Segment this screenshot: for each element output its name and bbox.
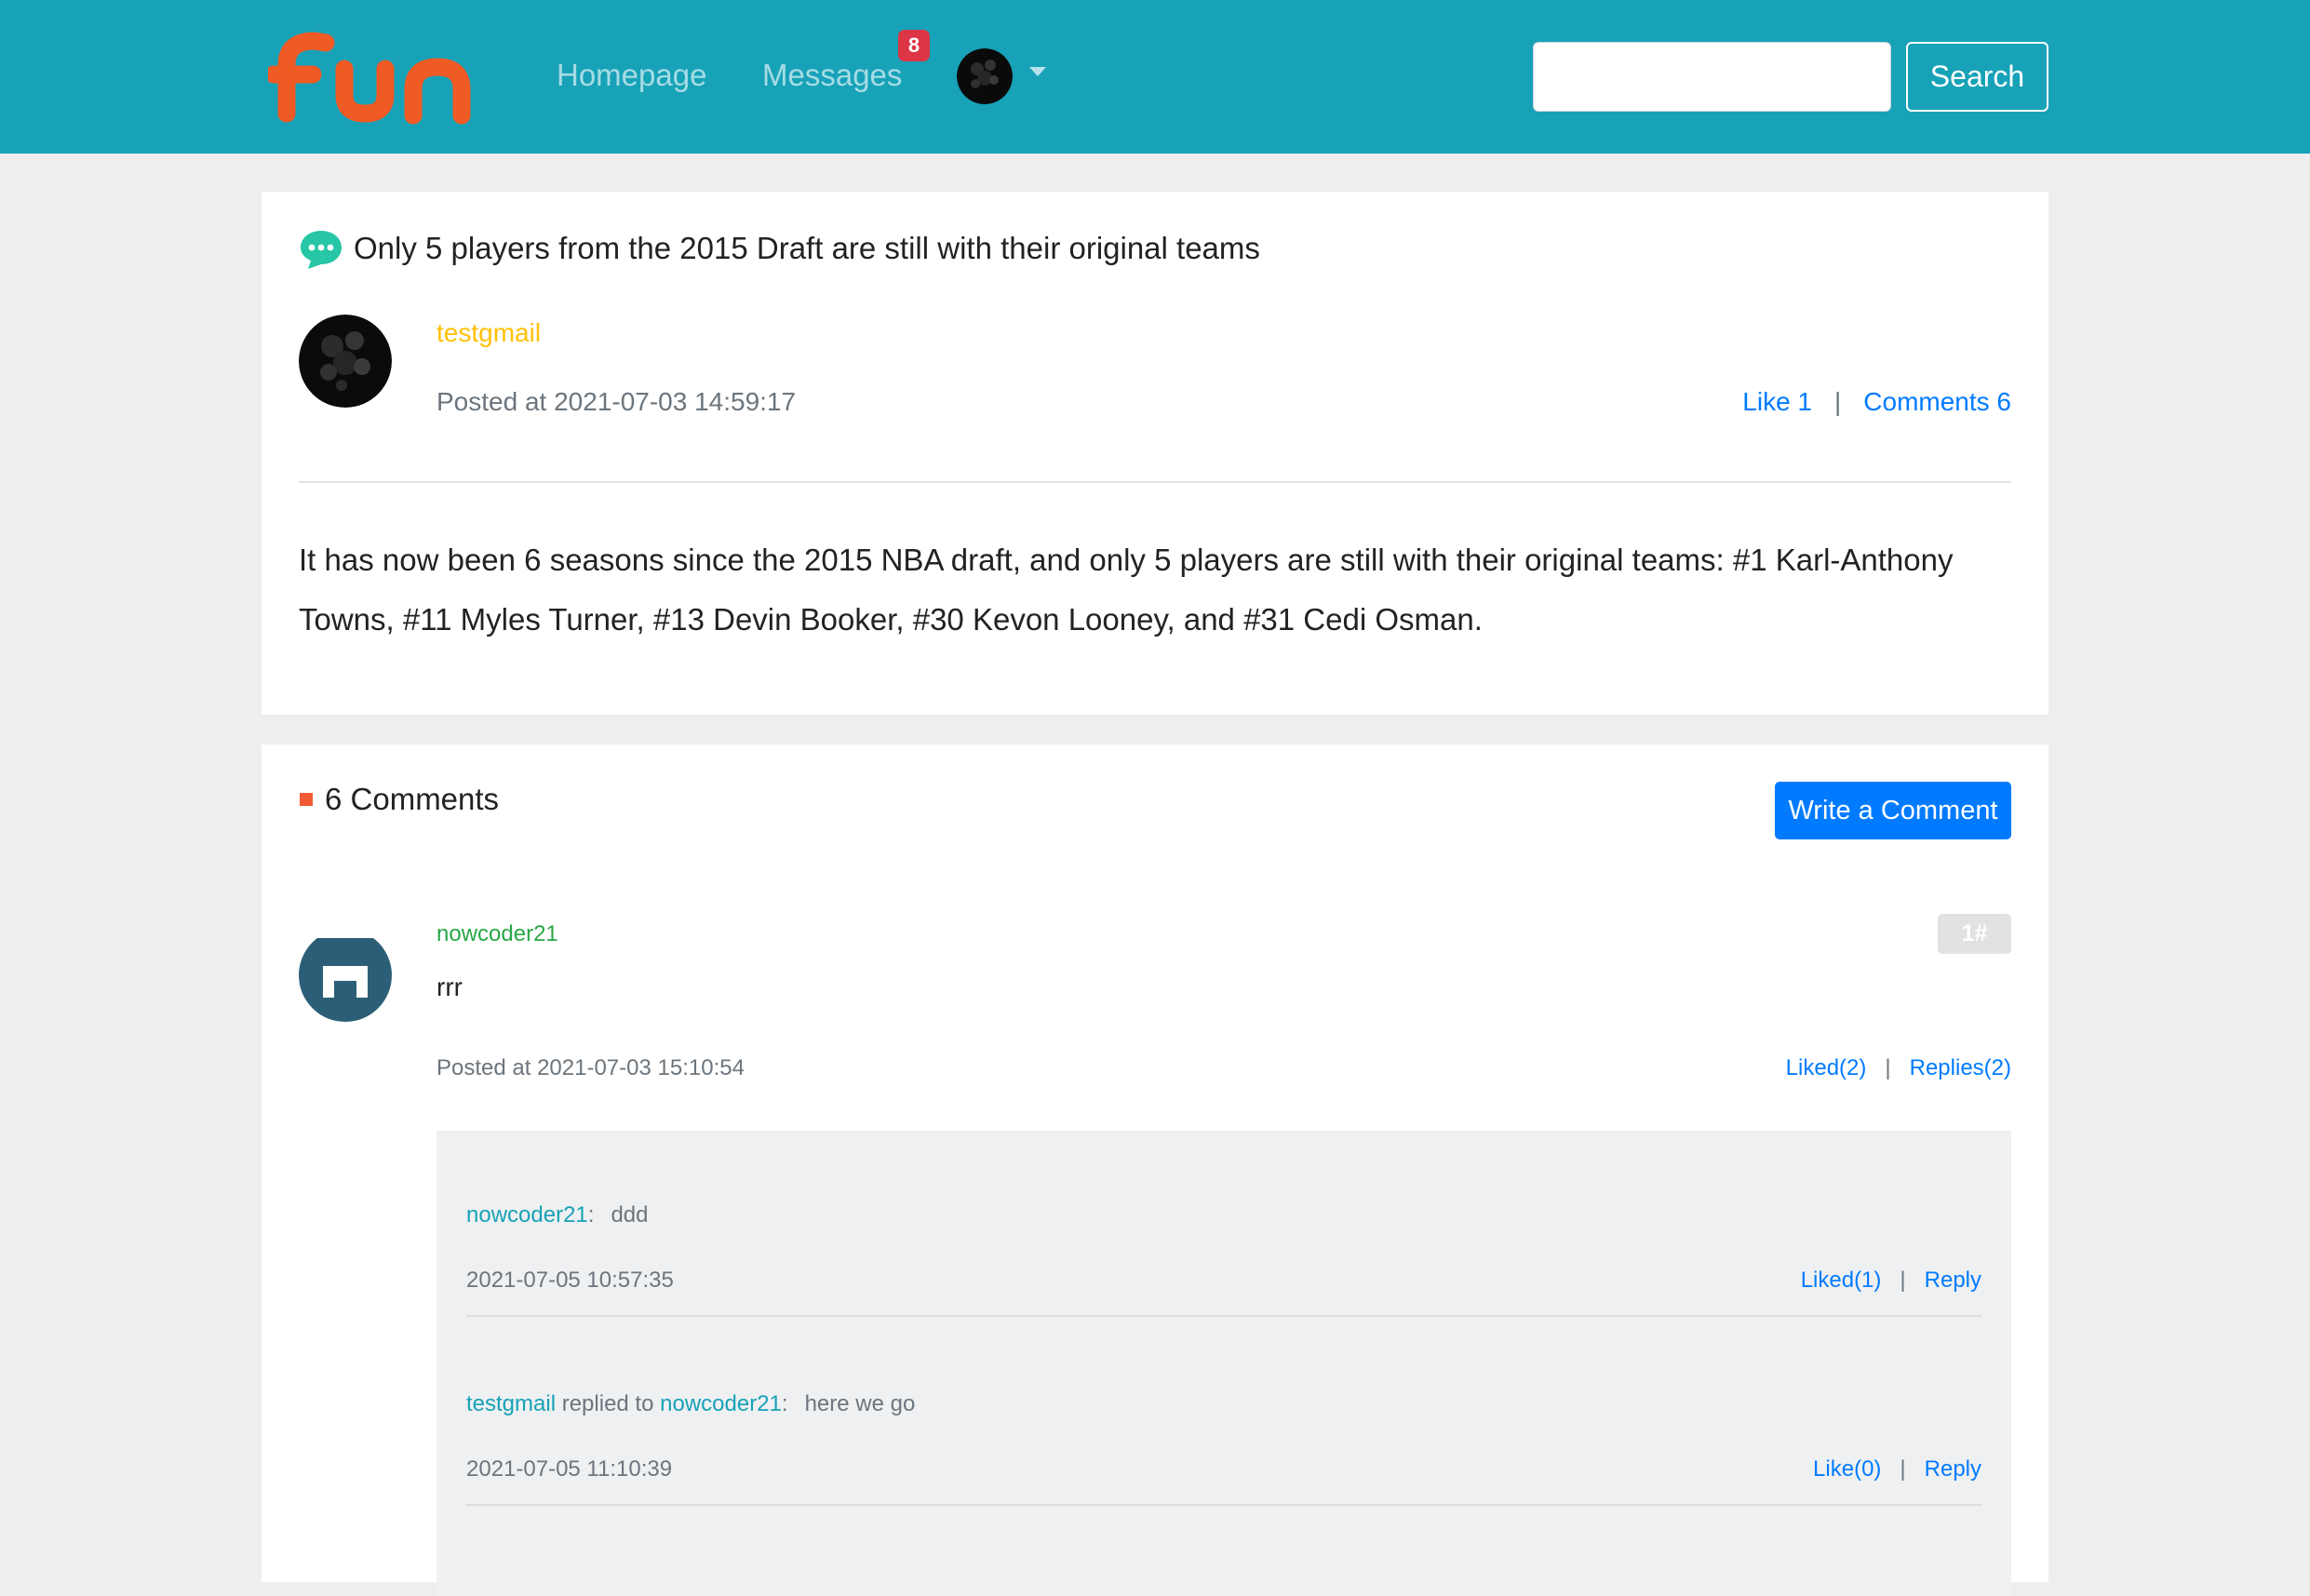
search-input[interactable]: [1533, 42, 1891, 112]
user-avatar[interactable]: [957, 48, 1013, 104]
divider: [466, 1504, 1981, 1506]
reply-colon: :: [587, 1202, 595, 1227]
post-actions: Like 1 | Comments 6: [1742, 387, 2011, 417]
reply-timestamp: 2021-07-05 11:10:39: [466, 1456, 673, 1482]
fun-logo[interactable]: [268, 28, 478, 125]
comment-actions: Liked(2) | Replies(2): [1786, 1055, 2011, 1081]
square-bullet-icon: [300, 793, 313, 806]
action-separator: |: [1900, 1456, 1906, 1482]
commenter-avatar[interactable]: [299, 929, 392, 1022]
post-author-name[interactable]: testgmail: [436, 318, 541, 348]
post-card: Only 5 players from the 2015 Draft are s…: [262, 192, 2048, 715]
reply-actions: Like(0) | Reply: [1813, 1456, 1981, 1482]
top-navbar: Homepage Messages 8 Search: [0, 0, 2310, 154]
reply-item: testgmail replied to nowcoder21: here we …: [466, 1391, 915, 1417]
post-like-link[interactable]: Like 1: [1742, 387, 1812, 416]
chat-bubble-icon: [301, 231, 342, 269]
floor-badge: 1#: [1938, 914, 2011, 954]
reply-like-link[interactable]: Liked(1): [1801, 1267, 1882, 1293]
comment-replies-link[interactable]: Replies(2): [1910, 1055, 2011, 1080]
reply-timestamp: 2021-07-05 10:57:35: [466, 1267, 674, 1293]
messages-unread-badge: 8: [898, 30, 930, 61]
reply-item: nowcoder21: ddd: [466, 1202, 648, 1228]
reply-content: ddd: [611, 1202, 649, 1227]
replies-panel: nowcoder21: ddd 2021-07-05 10:57:35 Liked…: [436, 1131, 2011, 1596]
action-separator: |: [1900, 1267, 1906, 1293]
author-avatar[interactable]: [299, 315, 392, 408]
reply-colon: :: [781, 1391, 788, 1416]
post-timestamp: Posted at 2021-07-03 14:59:17: [436, 387, 797, 416]
comments-card: 6 Comments Write a Comment nowcoder21 1#…: [262, 744, 2048, 1596]
comment-content: rrr: [436, 972, 463, 1001]
nav-messages[interactable]: Messages: [762, 58, 902, 93]
reply-actions: Liked(1) | Reply: [1801, 1267, 1981, 1294]
post-comments-link[interactable]: Comments 6: [1863, 387, 2011, 416]
user-menu-caret-icon[interactable]: [1029, 67, 1046, 76]
reply-author[interactable]: nowcoder21: [466, 1202, 588, 1227]
reply-author[interactable]: testgmail: [466, 1391, 556, 1416]
nav-homepage[interactable]: Homepage: [557, 58, 706, 93]
comment-timestamp: Posted at 2021-07-03 15:10:54: [436, 1055, 745, 1080]
commenter-name[interactable]: nowcoder21: [436, 921, 558, 947]
post-body: It has now been 6 seasons since the 2015…: [299, 543, 1954, 637]
reply-content: here we go: [804, 1391, 916, 1416]
reply-link[interactable]: Reply: [1925, 1267, 1981, 1293]
action-separator: |: [1834, 387, 1842, 416]
search-button[interactable]: Search: [1906, 42, 2048, 112]
divider: [299, 481, 2011, 483]
post-title: Only 5 players from the 2015 Draft are s…: [354, 231, 1260, 265]
reply-like-link[interactable]: Like(0): [1813, 1456, 1881, 1482]
action-separator: |: [1885, 1055, 1891, 1080]
divider: [466, 1315, 1981, 1317]
reply-link[interactable]: Reply: [1925, 1456, 1981, 1482]
write-comment-button[interactable]: Write a Comment: [1775, 782, 2011, 839]
reply-target-user[interactable]: nowcoder21: [660, 1391, 782, 1416]
comments-count-heading: 6 Comments: [325, 782, 500, 816]
comment-liked-link[interactable]: Liked(2): [1786, 1055, 1867, 1080]
replied-to-text: replied to: [561, 1391, 654, 1416]
